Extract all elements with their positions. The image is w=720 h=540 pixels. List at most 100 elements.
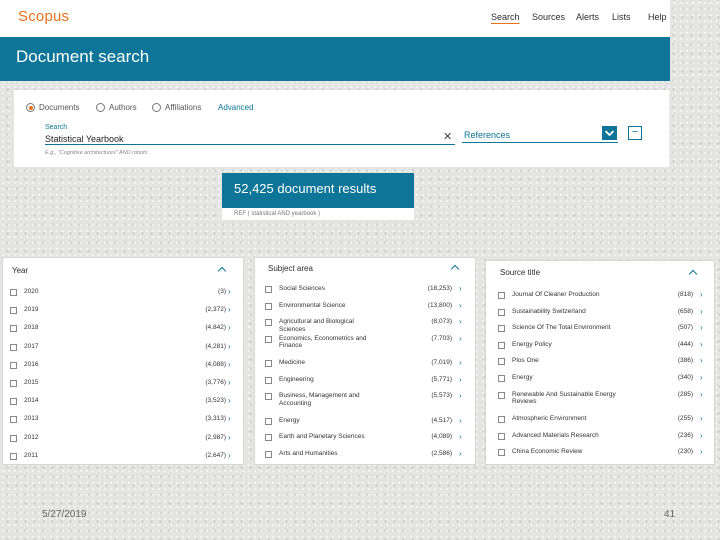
facet-label[interactable]: Advanced Materials Research [512,432,627,440]
facet-checkbox[interactable] [10,434,17,442]
facet-label[interactable]: Environmental Science [279,302,379,310]
facet-label[interactable]: 2013 [24,415,104,423]
authors-tab-label[interactable]: Authors [109,103,137,112]
facet-label[interactable]: 2018 [24,324,104,332]
facet-label[interactable]: 2017 [24,343,104,351]
facet-checkbox[interactable] [265,319,272,326]
facet-row[interactable]: Environmental Science (13,800) › [265,301,472,317]
facet-row[interactable]: 2016 (4,088) › [10,360,240,376]
facet-row[interactable]: 2017 (4,281) › [10,342,240,358]
facet-label[interactable]: Earth and Planetary Sciences [279,433,379,441]
search-input[interactable] [45,133,455,145]
chevron-right-icon[interactable]: › [459,432,462,441]
chevron-right-icon[interactable]: › [700,447,703,456]
facet-checkbox[interactable] [265,393,272,400]
facet-checkbox[interactable] [10,416,17,424]
facet-label[interactable]: Energy [512,374,627,382]
facet-row[interactable]: Engineering (5,771) › [265,375,472,391]
facet-row[interactable]: Arts and Humanities (2,586) › [265,449,472,465]
facet-label[interactable]: Journal Of Cleaner Production [512,291,627,299]
facet-checkbox[interactable] [265,434,272,441]
facet-checkbox[interactable] [498,325,505,333]
facet-row[interactable]: 2018 (4,842) › [10,323,240,339]
facet-label[interactable]: 2014 [24,397,104,405]
chevron-right-icon[interactable]: › [700,290,703,299]
chevron-right-icon[interactable]: › [700,414,703,423]
scopus-logo[interactable]: Scopus [18,8,69,25]
facet-label[interactable]: China Economic Review [512,448,627,456]
facet-row[interactable]: 2014 (3,523) › [10,396,240,412]
facet-label[interactable]: Economics, Econometrics and Finance [279,335,379,350]
chevron-right-icon[interactable]: › [459,391,462,400]
facet-label[interactable]: Business, Management and Accounting [279,392,379,407]
nav-alerts[interactable]: Alerts [576,12,599,22]
chevron-right-icon[interactable]: › [228,433,231,442]
facet-row[interactable]: Sustainability Switzerland (658) › [498,307,711,323]
facet-label[interactable]: Atmospheric Environment [512,415,627,423]
facet-checkbox[interactable] [10,307,17,315]
documents-radio[interactable] [26,103,35,112]
facet-row[interactable]: 2020 (3) › [10,287,240,303]
facet-row[interactable]: Journal Of Cleaner Production (818) › [498,290,711,306]
facet-checkbox[interactable] [498,416,505,424]
facet-label[interactable]: Arts and Humanities [279,450,379,458]
facet-checkbox[interactable] [10,343,17,351]
facet-label[interactable]: 2015 [24,379,104,387]
facet-checkbox[interactable] [498,449,505,457]
chevron-right-icon[interactable]: › [459,449,462,458]
facet-checkbox[interactable] [10,380,17,387]
chevron-right-icon[interactable]: › [700,431,703,440]
chevron-right-icon[interactable]: › [228,378,231,387]
facet-checkbox[interactable] [10,289,17,296]
facet-row[interactable]: 2015 (3,776) › [10,378,240,394]
chevron-right-icon[interactable]: › [228,396,231,405]
chevron-right-icon[interactable]: › [228,305,231,314]
facet-checkbox[interactable] [265,286,272,293]
facet-checkbox[interactable] [498,432,505,440]
facet-checkbox[interactable] [265,417,272,425]
facet-row[interactable]: Energy Policy (444) › [498,340,711,356]
chevron-right-icon[interactable]: › [459,358,462,367]
facet-row[interactable]: Advanced Materials Research (236) › [498,431,711,447]
chevron-right-icon[interactable]: › [228,451,231,460]
chevron-right-icon[interactable]: › [459,317,462,326]
facet-label[interactable]: Plos One [512,357,627,365]
chevron-right-icon[interactable]: › [228,342,231,351]
chevron-right-icon[interactable]: › [700,307,703,316]
chevron-right-icon[interactable]: › [459,416,462,425]
chevron-right-icon[interactable]: › [228,360,231,369]
search-field-value[interactable]: References [464,130,510,140]
facet-label[interactable]: 2012 [24,434,104,442]
facet-checkbox[interactable] [265,376,272,384]
facet-label[interactable]: 2011 [24,452,104,460]
chevron-right-icon[interactable]: › [228,414,231,423]
chevron-right-icon[interactable]: › [700,323,703,332]
facet-checkbox[interactable] [265,302,272,310]
nav-help[interactable]: Help [648,12,667,22]
nav-search[interactable]: Search [491,12,520,22]
facet-checkbox[interactable] [10,361,17,369]
chevron-right-icon[interactable]: › [459,334,462,343]
chevron-right-icon[interactable]: › [700,390,703,399]
facet-row[interactable]: 2019 (2,372) › [10,305,240,321]
facet-label[interactable]: Agricultural and Biological Sciences [279,318,379,333]
facet-row[interactable]: Agricultural and Biological Sciences (8,0… [265,317,472,333]
facet-label[interactable]: Medicine [279,359,379,367]
facet-label[interactable]: 2016 [24,361,104,369]
facet-row[interactable]: Energy (340) › [498,373,711,389]
facet-label[interactable]: 2019 [24,306,104,314]
facet-row[interactable]: Business, Management and Accounting (5,57… [265,391,472,407]
chevron-right-icon[interactable]: › [459,375,462,384]
documents-tab-label[interactable]: Documents [39,103,79,112]
chevron-right-icon[interactable]: › [228,287,231,296]
chevron-right-icon[interactable]: › [700,373,703,382]
facet-row[interactable]: China Economic Review (230) › [498,447,711,463]
facet-checkbox[interactable] [265,335,272,343]
facet-row[interactable]: Plos One (386) › [498,356,711,372]
facet-checkbox[interactable] [498,391,505,399]
facet-row[interactable]: Renewable And Sustainable Energy Reviews… [498,390,711,406]
add-search-field-button[interactable]: − [628,126,642,140]
chevron-right-icon[interactable]: › [700,356,703,365]
facet-label[interactable]: Energy Policy [512,341,627,349]
facet-row[interactable]: 2012 (2,987) › [10,433,240,449]
